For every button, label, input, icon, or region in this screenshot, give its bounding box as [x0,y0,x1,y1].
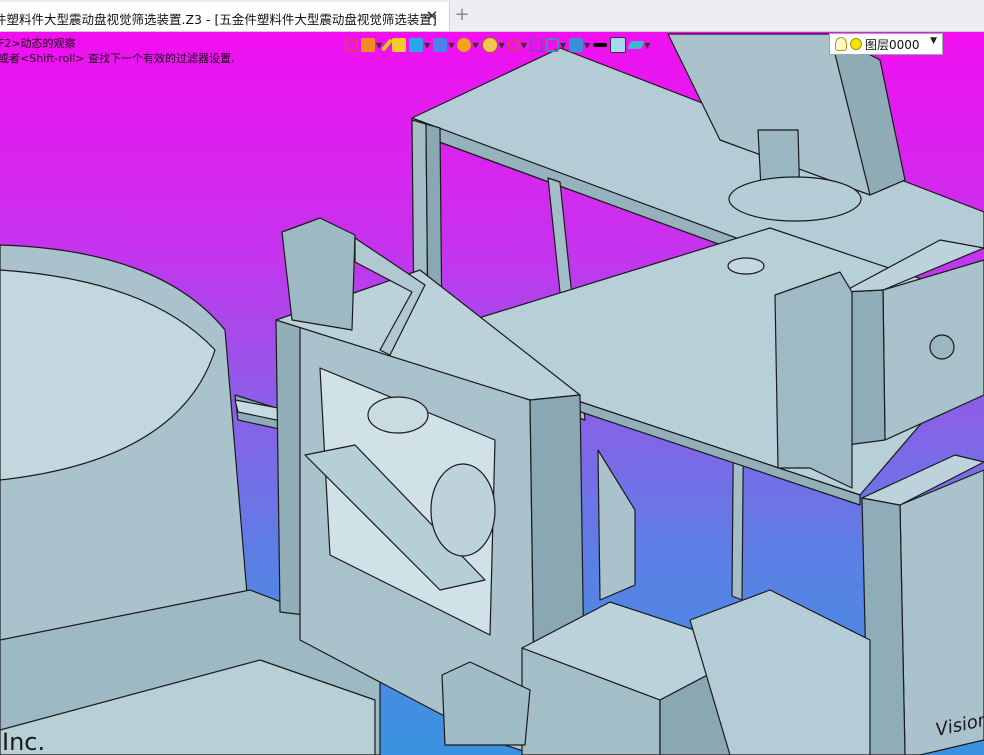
pick-filter-button[interactable]: ▼ [361,35,382,55]
cube-blue-icon [409,38,424,52]
line-color-button[interactable] [593,35,608,55]
layer-color-icon [850,38,862,50]
shading-button[interactable]: ▼ [481,35,505,55]
sensor-column [281,217,356,331]
cabinet-knob [929,334,955,360]
exit-sketch-icon [345,38,358,52]
lens-port [430,463,496,557]
view-cube-button[interactable]: ▼ [433,35,454,55]
tab-title: 件塑料件大型震动盘视觉筛选装置.Z3 - [五金件塑料件大型震动盘视觉筛选装置] [0,12,437,27]
cad-model: Inc. Vision [0,33,984,755]
cube-yellow-button[interactable] [392,35,407,55]
layer-stack-button[interactable]: ▼ [627,35,650,55]
hint-line-1: F2>动态的观察 [0,37,76,50]
monitor-base [728,176,862,222]
snap-icon [507,39,520,51]
shading-icon [481,37,498,53]
hint-line-2: 或者<Shift-roll> 查找下一个有效的过滤器设置. [0,52,235,65]
cube-blue-button[interactable]: ▼ [409,35,430,55]
tab-bar: 件塑料件大型震动盘视觉筛选装置.Z3 - [五金件塑料件大型震动盘视觉筛选装置]… [0,0,984,32]
layer-name: 图层0000 [865,37,920,52]
bulb-icon [835,37,847,51]
3d-viewport[interactable]: Inc. Vision F2>动态的观察 或者<Shift-roll> 查找下一… [0,32,984,755]
view-cube-icon [433,38,448,52]
camera-button[interactable]: ▼ [569,35,590,55]
camera-icon [569,38,584,52]
mouse [727,257,765,275]
display-mode-icon [457,38,472,52]
frame-icon [545,38,559,52]
fill-color-button[interactable] [610,35,627,55]
ring-sensor [367,396,429,434]
target-button[interactable] [529,35,543,55]
display-mode-button[interactable]: ▼ [457,35,479,55]
fill-color-icon [610,37,627,53]
frame-button[interactable]: ▼ [545,35,566,55]
corner-logo-text: Inc. [2,728,45,755]
cube-yellow-icon [392,38,407,52]
layer-dropdown[interactable]: 图层0000 ▼ [829,33,943,55]
close-icon[interactable]: ✕ [424,8,440,24]
chevron-down-icon: ▼ [930,36,937,46]
add-tab-icon[interactable]: + [454,6,470,24]
document-tab[interactable]: 件塑料件大型震动盘视觉筛选装置.Z3 - [五金件塑料件大型震动盘视觉筛选装置]… [0,2,450,31]
snap-button[interactable]: ▼ [507,35,527,55]
line-color-icon [593,43,608,47]
layer-stack-icon [627,41,646,49]
electrical-box [774,271,853,489]
pick-filter-icon [361,38,375,52]
target-icon [529,38,543,52]
pencil-button[interactable] [381,35,394,55]
duct [597,449,636,601]
view-toolbar: ▼ ▼ ▼ ▼ ▼ ▼ ▼ ▼ ▼ [345,34,653,56]
exit-sketch-button[interactable] [345,35,358,55]
